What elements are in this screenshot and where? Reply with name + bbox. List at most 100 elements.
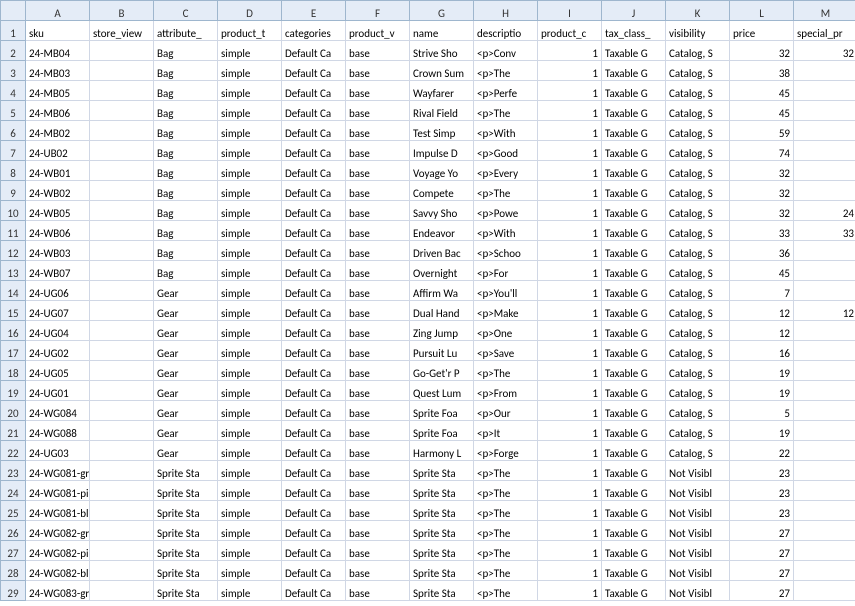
cell-M13[interactable]: [794, 261, 855, 281]
cell-M22[interactable]: [794, 441, 855, 461]
cell-C9[interactable]: Bag: [154, 181, 218, 201]
cell-A25[interactable]: 24-WG081-blue: [26, 501, 90, 521]
cell-D1[interactable]: product_t: [218, 21, 282, 41]
cell-L9[interactable]: 32: [730, 181, 794, 201]
cell-H19[interactable]: <p>From: [474, 381, 538, 401]
cell-J1[interactable]: tax_class_: [602, 21, 666, 41]
row-header-12[interactable]: 12: [1, 241, 26, 261]
row-header-21[interactable]: 21: [1, 421, 26, 441]
cell-K10[interactable]: Catalog, S: [666, 201, 730, 221]
cell-F7[interactable]: base: [346, 141, 410, 161]
cell-G4[interactable]: Wayfarer: [410, 81, 474, 101]
cell-J25[interactable]: Taxable G: [602, 501, 666, 521]
cell-B29[interactable]: [90, 581, 154, 601]
cell-L21[interactable]: 19: [730, 421, 794, 441]
cell-F6[interactable]: base: [346, 121, 410, 141]
cell-K13[interactable]: Catalog, S: [666, 261, 730, 281]
cell-E7[interactable]: Default Ca: [282, 141, 346, 161]
cell-E4[interactable]: Default Ca: [282, 81, 346, 101]
cell-K11[interactable]: Catalog, S: [666, 221, 730, 241]
cell-L4[interactable]: 45: [730, 81, 794, 101]
cell-K8[interactable]: Catalog, S: [666, 161, 730, 181]
cell-H28[interactable]: <p>The: [474, 561, 538, 581]
cell-L12[interactable]: 36: [730, 241, 794, 261]
cell-E3[interactable]: Default Ca: [282, 61, 346, 81]
cell-F16[interactable]: base: [346, 321, 410, 341]
cell-I23[interactable]: 1: [538, 461, 602, 481]
cell-A8[interactable]: 24-WB01: [26, 161, 90, 181]
cell-M27[interactable]: [794, 541, 855, 561]
cell-D27[interactable]: simple: [218, 541, 282, 561]
cell-J9[interactable]: Taxable G: [602, 181, 666, 201]
cell-I2[interactable]: 1: [538, 41, 602, 61]
cell-I7[interactable]: 1: [538, 141, 602, 161]
cell-M1[interactable]: special_pr: [794, 21, 855, 41]
cell-F15[interactable]: base: [346, 301, 410, 321]
cell-E16[interactable]: Default Ca: [282, 321, 346, 341]
cell-I14[interactable]: 1: [538, 281, 602, 301]
cell-K18[interactable]: Catalog, S: [666, 361, 730, 381]
cell-F17[interactable]: base: [346, 341, 410, 361]
cell-K22[interactable]: Catalog, S: [666, 441, 730, 461]
cell-H2[interactable]: <p>Conv: [474, 41, 538, 61]
cell-H6[interactable]: <p>With: [474, 121, 538, 141]
cell-G25[interactable]: Sprite Sta: [410, 501, 474, 521]
cell-I13[interactable]: 1: [538, 261, 602, 281]
cell-M11[interactable]: 33: [794, 221, 855, 241]
cell-G10[interactable]: Savvy Sho: [410, 201, 474, 221]
cell-C21[interactable]: Gear: [154, 421, 218, 441]
cell-J11[interactable]: Taxable G: [602, 221, 666, 241]
cell-D14[interactable]: simple: [218, 281, 282, 301]
cell-A6[interactable]: 24-MB02: [26, 121, 90, 141]
cell-K6[interactable]: Catalog, S: [666, 121, 730, 141]
cell-G6[interactable]: Test Simp: [410, 121, 474, 141]
cell-I11[interactable]: 1: [538, 221, 602, 241]
column-header-C[interactable]: C: [154, 1, 218, 21]
row-header-2[interactable]: 2: [1, 41, 26, 61]
column-header-A[interactable]: A: [26, 1, 90, 21]
cell-B26[interactable]: [90, 521, 154, 541]
cell-E27[interactable]: Default Ca: [282, 541, 346, 561]
cell-K9[interactable]: Catalog, S: [666, 181, 730, 201]
cell-A29[interactable]: 24-WG083-gray: [26, 581, 90, 601]
cell-M4[interactable]: [794, 81, 855, 101]
cell-D26[interactable]: simple: [218, 521, 282, 541]
cell-D8[interactable]: simple: [218, 161, 282, 181]
cell-I25[interactable]: 1: [538, 501, 602, 521]
cell-D3[interactable]: simple: [218, 61, 282, 81]
row-header-19[interactable]: 19: [1, 381, 26, 401]
cell-D28[interactable]: simple: [218, 561, 282, 581]
cell-I22[interactable]: 1: [538, 441, 602, 461]
row-header-13[interactable]: 13: [1, 261, 26, 281]
cell-J17[interactable]: Taxable G: [602, 341, 666, 361]
cell-E9[interactable]: Default Ca: [282, 181, 346, 201]
cell-H9[interactable]: <p>The: [474, 181, 538, 201]
cell-L25[interactable]: 23: [730, 501, 794, 521]
cell-B20[interactable]: [90, 401, 154, 421]
row-header-24[interactable]: 24: [1, 481, 26, 501]
cell-D11[interactable]: simple: [218, 221, 282, 241]
cell-F22[interactable]: base: [346, 441, 410, 461]
row-header-23[interactable]: 23: [1, 461, 26, 481]
cell-K1[interactable]: visibility: [666, 21, 730, 41]
cell-E21[interactable]: Default Ca: [282, 421, 346, 441]
cell-B12[interactable]: [90, 241, 154, 261]
cell-G28[interactable]: Sprite Sta: [410, 561, 474, 581]
cell-I6[interactable]: 1: [538, 121, 602, 141]
cell-A1[interactable]: sku: [26, 21, 90, 41]
cell-K29[interactable]: Not Visibl: [666, 581, 730, 601]
cell-J21[interactable]: Taxable G: [602, 421, 666, 441]
cell-G12[interactable]: Driven Bac: [410, 241, 474, 261]
cell-I21[interactable]: 1: [538, 421, 602, 441]
cell-M19[interactable]: [794, 381, 855, 401]
cell-K15[interactable]: Catalog, S: [666, 301, 730, 321]
cell-D19[interactable]: simple: [218, 381, 282, 401]
cell-M28[interactable]: [794, 561, 855, 581]
cell-F26[interactable]: base: [346, 521, 410, 541]
cell-B17[interactable]: [90, 341, 154, 361]
cell-H1[interactable]: descriptio: [474, 21, 538, 41]
cell-C14[interactable]: Gear: [154, 281, 218, 301]
cell-H5[interactable]: <p>The: [474, 101, 538, 121]
cell-D22[interactable]: simple: [218, 441, 282, 461]
cell-J18[interactable]: Taxable G: [602, 361, 666, 381]
